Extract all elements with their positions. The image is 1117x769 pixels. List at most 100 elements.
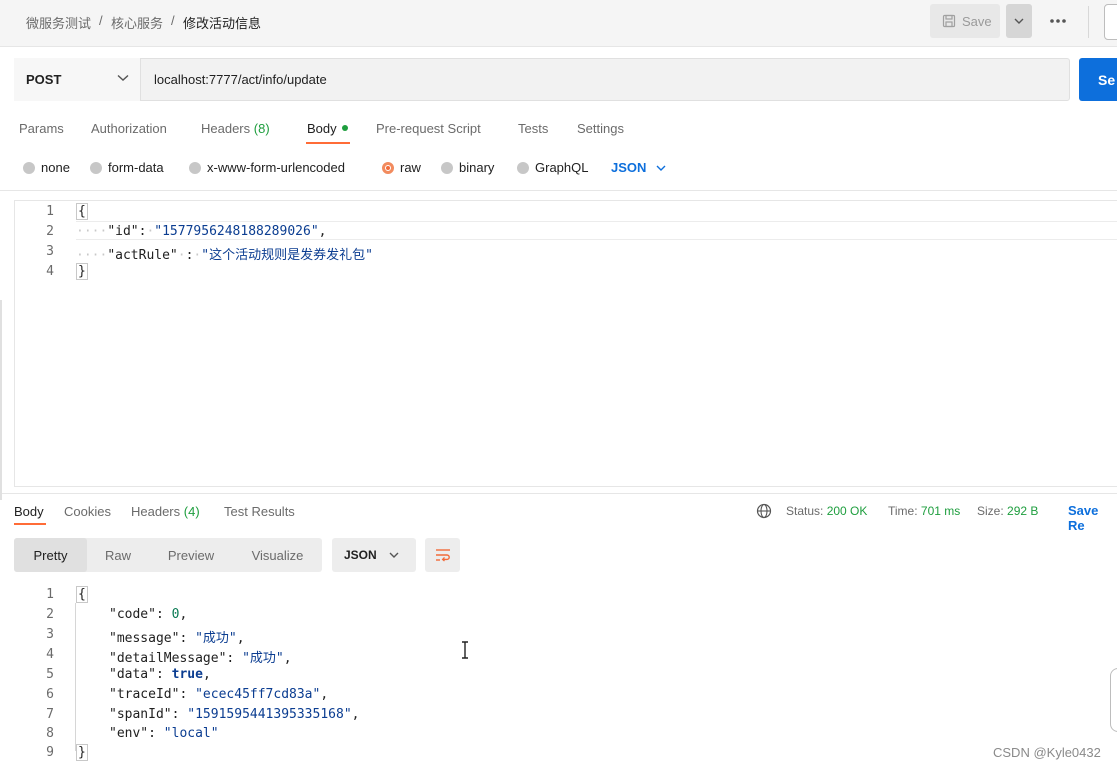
response-tab-test-results[interactable]: Test Results: [224, 504, 295, 519]
line-number: 1: [46, 587, 54, 602]
breadcrumb-request-name[interactable]: 修改活动信息: [183, 13, 261, 32]
response-tab-body[interactable]: Body: [14, 504, 44, 519]
radio-circle: [23, 161, 35, 174]
json-value: 0: [171, 607, 180, 622]
url-input[interactable]: localhost:7777/act/info/update: [154, 72, 327, 87]
radio-none[interactable]: none: [23, 160, 70, 175]
watermark-text: CSDN @Kyle0432: [993, 745, 1101, 760]
json-value: true: [171, 667, 203, 682]
line-number: 7: [46, 707, 54, 722]
size-value: 292 B: [1007, 504, 1039, 518]
radio-circle: [517, 161, 529, 174]
response-format-dropdown[interactable]: JSON: [332, 538, 416, 572]
size-label: Size:: [977, 504, 1004, 518]
size-indicator[interactable]: Size: 292 B: [977, 504, 1038, 518]
view-preview-button[interactable]: Preview: [149, 538, 233, 572]
json-value: "1591595441395335168": [187, 707, 352, 722]
send-label: Se: [1098, 71, 1116, 88]
save-dropdown-button[interactable]: [1006, 4, 1032, 38]
line-number: 3: [46, 627, 54, 642]
tab-headers[interactable]: Headers (8): [201, 121, 270, 136]
response-tab-headers[interactable]: Headers (4): [131, 504, 200, 519]
close-brace: }: [76, 744, 88, 761]
view-pretty-button[interactable]: Pretty: [14, 538, 87, 572]
code-line: "message": "成功",: [109, 631, 245, 646]
code-line: "data": true,: [109, 667, 211, 682]
time-value: 701 ms: [920, 504, 961, 518]
body-format-label: JSON: [611, 160, 647, 175]
code-line: {: [76, 203, 88, 220]
header-divider: [1088, 6, 1089, 38]
text-cursor-icon: [462, 641, 468, 659]
radio-binary[interactable]: binary: [441, 160, 494, 175]
body-indicator-dot: [341, 124, 348, 131]
active-tab-indicator: [14, 523, 46, 525]
save-label: Save: [962, 13, 992, 29]
radio-raw[interactable]: raw: [382, 160, 421, 175]
more-dots-icon: [1050, 19, 1066, 23]
json-key: "env": [109, 726, 149, 741]
response-tab-cookies[interactable]: Cookies: [64, 504, 111, 519]
side-panel-handle[interactable]: [1110, 668, 1117, 732]
line-number: 1: [46, 204, 54, 219]
save-response-button[interactable]: Save Re: [1068, 503, 1117, 533]
status-indicator[interactable]: Status: 200 OK: [786, 504, 867, 518]
code-line: "traceId": "ecec45ff7cd83a",: [109, 687, 329, 702]
radio-circle: [189, 161, 201, 174]
json-key: "data": [109, 667, 156, 682]
indent-guide: [75, 603, 76, 751]
time-indicator[interactable]: Time: 701 ms: [888, 504, 960, 518]
view-visualize-button[interactable]: Visualize: [233, 538, 322, 572]
tab-params[interactable]: Params: [19, 121, 64, 136]
tab-body-label: Body: [307, 121, 337, 136]
chevron-down-icon: [117, 74, 129, 81]
json-value: "1577956248188289026": [154, 224, 319, 239]
code-line: }: [76, 744, 88, 761]
radio-form-data[interactable]: form-data: [90, 160, 164, 175]
line-number: 3: [46, 244, 54, 259]
json-value: "成功": [195, 631, 237, 646]
radio-graphql[interactable]: GraphQL: [517, 160, 588, 175]
pane-divider[interactable]: [0, 493, 1117, 494]
code-line: {: [76, 586, 88, 603]
code-line: "detailMessage": "成功",: [109, 651, 292, 666]
radio-circle: [90, 161, 102, 174]
globe-icon[interactable]: [756, 503, 772, 519]
tab-settings[interactable]: Settings: [577, 121, 624, 136]
code-line: ····"id":·"1577956248188289026",: [76, 224, 327, 239]
line-number: 5: [46, 667, 54, 682]
chevron-down-icon: [1014, 18, 1024, 24]
line-number: 4: [46, 647, 54, 662]
side-panel-button[interactable]: [1104, 4, 1117, 40]
json-value: "local": [163, 726, 219, 741]
json-value: "成功": [242, 651, 284, 666]
response-format-label: JSON: [344, 548, 377, 562]
tab-pre-request-script[interactable]: Pre-request Script: [376, 121, 481, 136]
json-key: "traceId": [109, 687, 180, 702]
save-button[interactable]: Save: [930, 4, 1000, 38]
wrap-lines-button[interactable]: [425, 538, 460, 572]
response-headers-label: Headers: [131, 504, 181, 519]
more-options-button[interactable]: [1046, 10, 1070, 32]
tab-tests[interactable]: Tests: [518, 121, 548, 136]
json-key: "spanId": [109, 707, 172, 722]
breadcrumb-collection[interactable]: 核心服务: [111, 13, 163, 32]
radio-urlencoded-label: x-www-form-urlencoded: [207, 160, 345, 175]
radio-none-label: none: [41, 160, 70, 175]
headers-count-badge: (8): [253, 121, 270, 136]
tab-authorization[interactable]: Authorization: [91, 121, 167, 136]
code-line: "env": "local": [109, 726, 219, 741]
view-raw-button[interactable]: Raw: [87, 538, 149, 572]
line-number: 9: [46, 745, 54, 760]
radio-urlencoded[interactable]: x-www-form-urlencoded: [189, 160, 345, 175]
body-format-dropdown[interactable]: JSON: [611, 160, 666, 175]
method-label: POST: [26, 72, 62, 87]
breadcrumb-workspace[interactable]: 微服务测试: [26, 13, 91, 32]
chevron-down-icon: [389, 552, 399, 558]
line-number: 2: [46, 607, 54, 622]
save-icon: [942, 14, 956, 28]
line-number: 4: [46, 264, 54, 279]
tab-body[interactable]: Body: [307, 121, 348, 136]
radio-circle-selected: [382, 161, 394, 174]
send-button[interactable]: Se: [1079, 58, 1117, 101]
